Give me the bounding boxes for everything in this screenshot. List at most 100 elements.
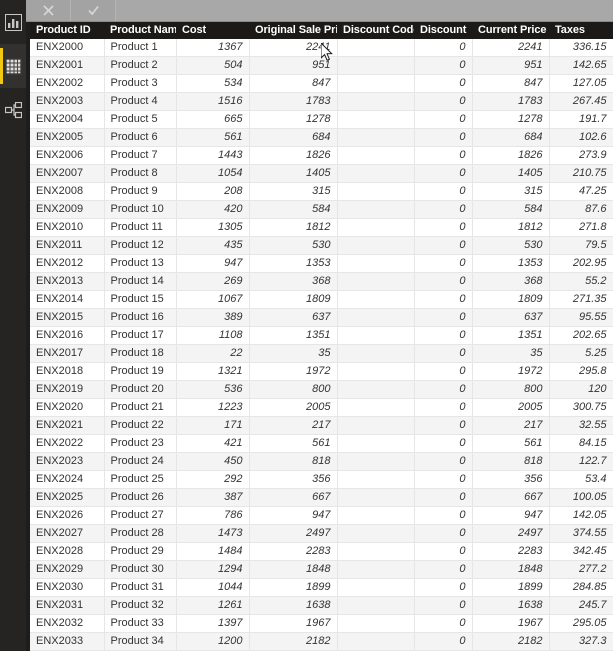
cell-original_sale_price[interactable]: 951 [249, 56, 338, 75]
cell-product_name[interactable]: Product 33 [104, 614, 177, 633]
cell-original_sale_price[interactable]: 1351 [249, 326, 338, 345]
cell-taxes[interactable]: 87.6 [549, 200, 613, 219]
cell-product_name[interactable]: Product 14 [104, 272, 177, 291]
cell-cost[interactable]: 292 [176, 470, 250, 489]
cell-product_name[interactable]: Product 30 [104, 560, 177, 579]
table-row[interactable]: ENX2019 Product 20 536 800 0 800 120 [30, 380, 613, 399]
cell-product_id[interactable]: ENX2032 [30, 614, 105, 633]
cell-discount_code[interactable] [337, 434, 415, 453]
cell-product_id[interactable]: ENX2019 [30, 380, 105, 399]
cell-discount_code[interactable] [337, 128, 415, 147]
cell-taxes[interactable]: 245.7 [549, 596, 613, 615]
cell-original_sale_price[interactable]: 1638 [249, 596, 338, 615]
sidebar-item-model[interactable] [0, 88, 26, 132]
cell-cost[interactable]: 1443 [176, 146, 250, 165]
cell-cost[interactable]: 269 [176, 272, 250, 291]
cell-discount[interactable]: 0 [414, 578, 473, 597]
cell-current_price[interactable]: 1967 [472, 614, 550, 633]
cell-taxes[interactable]: 191.7 [549, 110, 613, 129]
cell-cost[interactable]: 786 [176, 506, 250, 525]
cell-product_id[interactable]: ENX2018 [30, 362, 105, 381]
cell-cost[interactable]: 504 [176, 56, 250, 75]
cell-cost[interactable]: 450 [176, 452, 250, 471]
cell-current_price[interactable]: 2241 [472, 39, 550, 57]
cell-current_price[interactable]: 1809 [472, 290, 550, 309]
cell-discount_code[interactable] [337, 344, 415, 363]
cell-discount[interactable]: 0 [414, 110, 473, 129]
cell-cost[interactable]: 420 [176, 200, 250, 219]
cell-taxes[interactable]: 300.75 [549, 398, 613, 417]
cell-current_price[interactable]: 584 [472, 200, 550, 219]
table-row[interactable]: ENX2015 Product 16 389 637 0 637 95.55 [30, 308, 613, 327]
cell-discount_code[interactable] [337, 632, 415, 651]
cell-product_name[interactable]: Product 32 [104, 596, 177, 615]
column-header-cost[interactable]: Cost [176, 22, 249, 39]
cell-discount_code[interactable] [337, 39, 415, 57]
cell-product_name[interactable]: Product 15 [104, 290, 177, 309]
cell-cost[interactable]: 665 [176, 110, 250, 129]
cell-discount_code[interactable] [337, 542, 415, 561]
cell-product_id[interactable]: ENX2023 [30, 452, 105, 471]
cell-current_price[interactable]: 667 [472, 488, 550, 507]
column-header-original-sale-price[interactable]: Original Sale Price [249, 22, 337, 39]
cell-discount_code[interactable] [337, 380, 415, 399]
cell-product_name[interactable]: Product 24 [104, 452, 177, 471]
cell-original_sale_price[interactable]: 1967 [249, 614, 338, 633]
cell-current_price[interactable]: 530 [472, 236, 550, 255]
cell-product_name[interactable]: Product 3 [104, 74, 177, 93]
cell-cost[interactable]: 561 [176, 128, 250, 147]
sidebar-item-data[interactable] [0, 44, 26, 88]
cell-product_name[interactable]: Product 17 [104, 326, 177, 345]
cell-current_price[interactable]: 1638 [472, 596, 550, 615]
cell-product_id[interactable]: ENX2028 [30, 542, 105, 561]
cell-current_price[interactable]: 2005 [472, 398, 550, 417]
cell-original_sale_price[interactable]: 1278 [249, 110, 338, 129]
cell-current_price[interactable]: 561 [472, 434, 550, 453]
cell-taxes[interactable]: 295.05 [549, 614, 613, 633]
cell-product_name[interactable]: Product 9 [104, 182, 177, 201]
cell-product_id[interactable]: ENX2031 [30, 596, 105, 615]
cell-current_price[interactable]: 947 [472, 506, 550, 525]
cell-cost[interactable]: 1321 [176, 362, 250, 381]
cell-product_name[interactable]: Product 21 [104, 398, 177, 417]
cell-product_name[interactable]: Product 5 [104, 110, 177, 129]
cell-product_id[interactable]: ENX2012 [30, 254, 105, 273]
cell-discount[interactable]: 0 [414, 254, 473, 273]
cell-product_name[interactable]: Product 8 [104, 164, 177, 183]
cell-cost[interactable]: 1044 [176, 578, 250, 597]
cell-current_price[interactable]: 1812 [472, 218, 550, 237]
table-row[interactable]: ENX2033 Product 34 1200 2182 0 2182 327.3 [30, 632, 613, 651]
cell-taxes[interactable]: 95.55 [549, 308, 613, 327]
cell-product_id[interactable]: ENX2000 [30, 39, 105, 57]
cell-current_price[interactable]: 368 [472, 272, 550, 291]
cell-product_id[interactable]: ENX2020 [30, 398, 105, 417]
cell-discount[interactable]: 0 [414, 128, 473, 147]
cell-taxes[interactable]: 271.35 [549, 290, 613, 309]
cell-discount_code[interactable] [337, 560, 415, 579]
formula-input[interactable] [116, 0, 613, 21]
cell-discount_code[interactable] [337, 200, 415, 219]
cell-product_id[interactable]: ENX2017 [30, 344, 105, 363]
cell-discount[interactable]: 0 [414, 272, 473, 291]
cell-discount_code[interactable] [337, 416, 415, 435]
cell-discount[interactable]: 0 [414, 560, 473, 579]
cell-current_price[interactable]: 951 [472, 56, 550, 75]
cell-taxes[interactable]: 120 [549, 380, 613, 399]
cell-product_name[interactable]: Product 16 [104, 308, 177, 327]
cell-cost[interactable]: 171 [176, 416, 250, 435]
cell-cost[interactable]: 1200 [176, 632, 250, 651]
cell-discount_code[interactable] [337, 452, 415, 471]
formula-confirm-button[interactable] [71, 0, 116, 21]
cell-discount[interactable]: 0 [414, 308, 473, 327]
cell-cost[interactable]: 1397 [176, 614, 250, 633]
cell-current_price[interactable]: 2182 [472, 632, 550, 651]
cell-product_name[interactable]: Product 11 [104, 218, 177, 237]
cell-current_price[interactable]: 1899 [472, 578, 550, 597]
cell-taxes[interactable]: 273.9 [549, 146, 613, 165]
cell-product_name[interactable]: Product 29 [104, 542, 177, 561]
cell-current_price[interactable]: 315 [472, 182, 550, 201]
cell-discount[interactable]: 0 [414, 524, 473, 543]
cell-discount_code[interactable] [337, 146, 415, 165]
cell-cost[interactable]: 1516 [176, 92, 250, 111]
cell-cost[interactable]: 1473 [176, 524, 250, 543]
